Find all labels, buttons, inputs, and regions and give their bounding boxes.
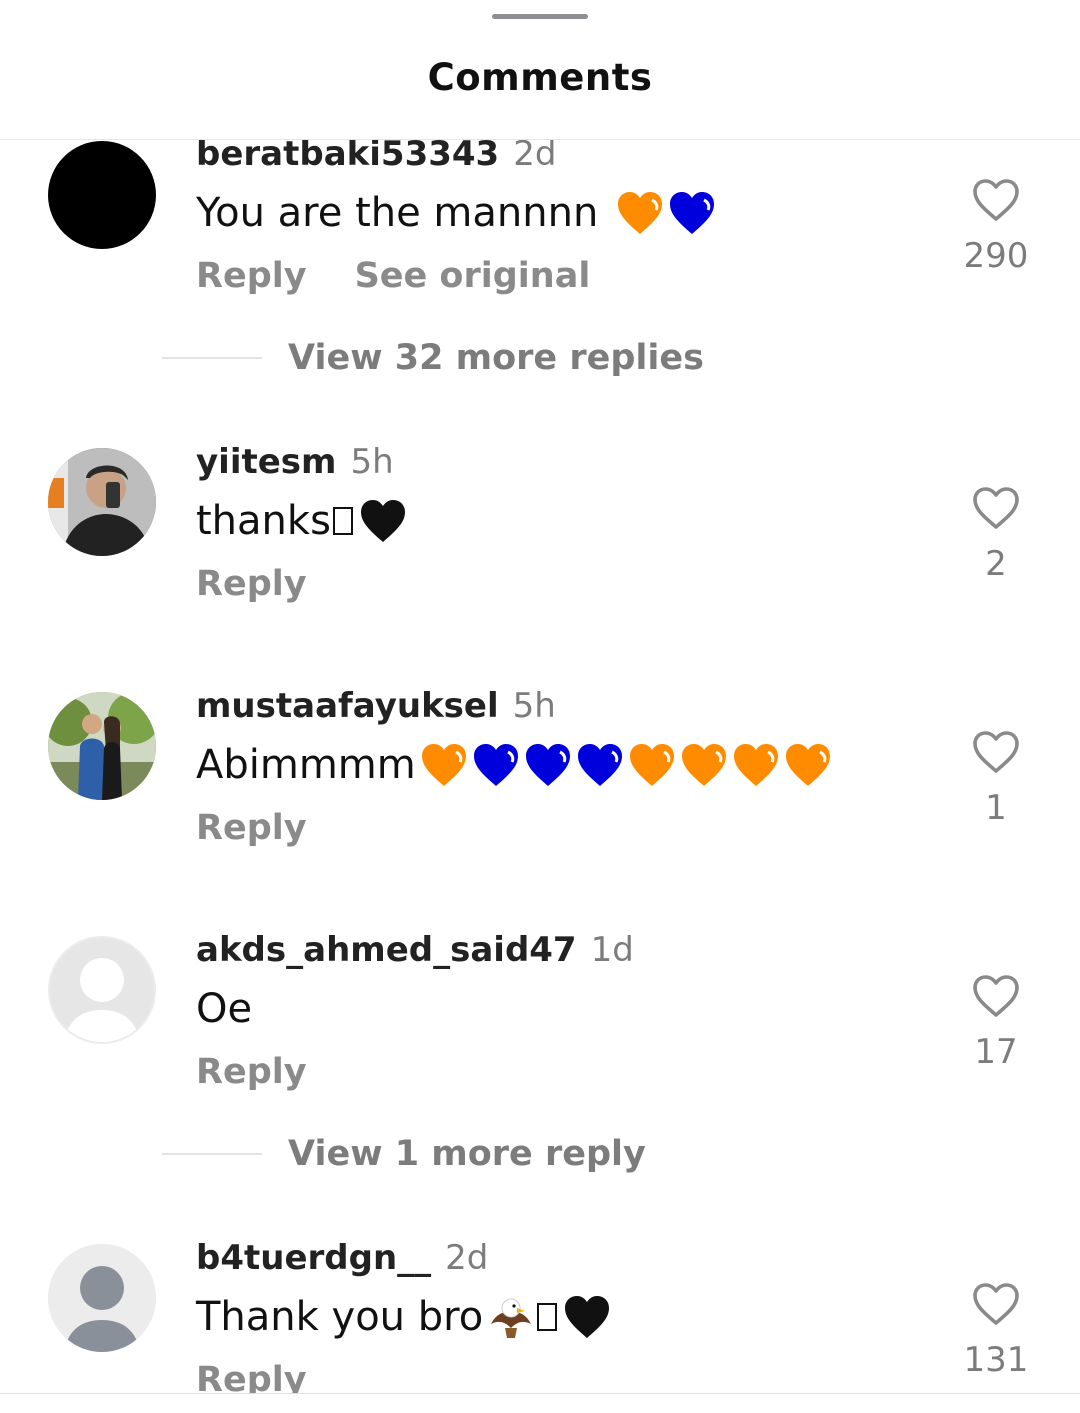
default-avatar-icon xyxy=(50,938,154,1042)
comment-actions: Reply xyxy=(196,1360,307,1393)
drag-handle[interactable] xyxy=(492,14,588,19)
heart-outline-icon[interactable] xyxy=(972,486,1020,530)
orange-heart-icon xyxy=(681,744,726,786)
orange-heart-icon xyxy=(785,744,830,786)
sheet-title: Comments xyxy=(427,56,653,99)
avatar[interactable] xyxy=(48,448,156,556)
view-more-replies-label[interactable]: View 32 more replies xyxy=(288,338,704,378)
blue-heart-icon xyxy=(473,744,518,786)
eagle-icon xyxy=(491,1298,532,1338)
avatar-photo xyxy=(48,448,156,556)
view-more-replies-label[interactable]: View 1 more reply xyxy=(288,1134,646,1174)
heart-outline-icon[interactable] xyxy=(972,730,1020,774)
comment-username[interactable]: mustaafayuksel 5h xyxy=(196,686,556,726)
blue-heart-icon xyxy=(670,192,715,234)
comment-text: thanks xyxy=(196,498,407,544)
heart-outline-icon[interactable] xyxy=(972,1282,1020,1326)
comment-time: 1d xyxy=(590,930,634,970)
comment-text: Thank you bro xyxy=(196,1294,611,1340)
reply-button[interactable]: Reply xyxy=(196,808,307,848)
like-button[interactable]: 131 xyxy=(940,1282,1052,1380)
orange-heart-icon xyxy=(733,744,778,786)
comment-time: 5h xyxy=(350,442,394,482)
blue-heart-icon xyxy=(577,744,622,786)
comment-username[interactable]: akds_ahmed_said47 1d xyxy=(196,930,634,970)
reply-button[interactable]: Reply xyxy=(196,1360,307,1393)
avatar[interactable] xyxy=(48,936,156,1044)
comment-body: Abimmmm xyxy=(196,742,416,788)
like-count: 2 xyxy=(985,544,1007,584)
like-button[interactable]: 290 xyxy=(940,178,1052,276)
comment-username[interactable]: b4tuerdgn__ 2d xyxy=(196,1238,488,1278)
avatar[interactable] xyxy=(48,141,156,249)
username-text[interactable]: b4tuerdgn__ xyxy=(196,1238,431,1278)
comment-body: Oe xyxy=(196,986,253,1032)
unknown-glyph-icon xyxy=(332,507,353,535)
like-count: 1 xyxy=(985,788,1007,828)
comment-body: Thank you bro xyxy=(196,1294,484,1340)
reply-button[interactable]: Reply xyxy=(196,564,307,604)
like-button[interactable]: 17 xyxy=(940,974,1052,1072)
comment-body: thanks xyxy=(196,498,331,544)
avatar-photo xyxy=(48,692,156,800)
orange-heart-icon xyxy=(629,744,674,786)
comment-time: 5h xyxy=(512,686,556,726)
comment-text: You are the mannnn xyxy=(196,190,716,236)
comment-list[interactable]: beratbaki53343 2d You are the mannnn Repl… xyxy=(0,140,1080,1393)
comment-username[interactable]: beratbaki53343 2d xyxy=(196,140,556,174)
comment-text: Oe xyxy=(196,986,252,1032)
username-text[interactable]: beratbaki53343 xyxy=(196,140,499,174)
black-heart-icon xyxy=(565,1296,610,1338)
avatar[interactable] xyxy=(48,692,156,800)
comment-body: You are the mannnn xyxy=(196,190,599,236)
blue-heart-icon xyxy=(525,744,570,786)
view-more-replies[interactable]: View 32 more replies xyxy=(162,338,704,378)
comment-time: 2d xyxy=(445,1238,489,1278)
comment-time: 2d xyxy=(513,140,557,174)
like-button[interactable]: 2 xyxy=(940,486,1052,584)
reply-button[interactable]: Reply xyxy=(196,256,307,296)
username-text[interactable]: akds_ahmed_said47 xyxy=(196,930,577,970)
heart-outline-icon[interactable] xyxy=(972,178,1020,222)
default-avatar-icon xyxy=(48,1244,156,1352)
like-button[interactable]: 1 xyxy=(940,730,1052,828)
orange-heart-icon xyxy=(618,192,663,234)
like-count: 131 xyxy=(963,1340,1029,1380)
like-count: 290 xyxy=(963,236,1029,276)
view-more-replies[interactable]: View 1 more reply xyxy=(162,1134,646,1174)
username-text[interactable]: yiitesm xyxy=(196,442,336,482)
comments-sheet: Comments beratbaki53343 2d You are the ma… xyxy=(0,0,1080,1413)
like-count: 17 xyxy=(974,1032,1018,1072)
comment-actions: Reply xyxy=(196,808,307,848)
comment-actions: Reply See original xyxy=(196,256,590,296)
reply-button[interactable]: Reply xyxy=(196,1052,307,1092)
avatar[interactable] xyxy=(48,1244,156,1352)
username-text[interactable]: mustaafayuksel xyxy=(196,686,499,726)
heart-outline-icon[interactable] xyxy=(972,974,1020,1018)
replies-line xyxy=(162,1153,262,1155)
replies-line xyxy=(162,357,262,359)
comment-actions: Reply xyxy=(196,564,307,604)
bottom-bar xyxy=(0,1394,1080,1413)
comment-username[interactable]: yiitesm 5h xyxy=(196,442,394,482)
orange-heart-icon xyxy=(421,744,466,786)
comment-actions: Reply xyxy=(196,1052,307,1092)
see-original-button[interactable]: See original xyxy=(355,256,591,296)
black-heart-icon xyxy=(360,500,405,542)
comment-text: Abimmmm xyxy=(196,742,832,788)
unknown-glyph-icon xyxy=(537,1303,558,1331)
